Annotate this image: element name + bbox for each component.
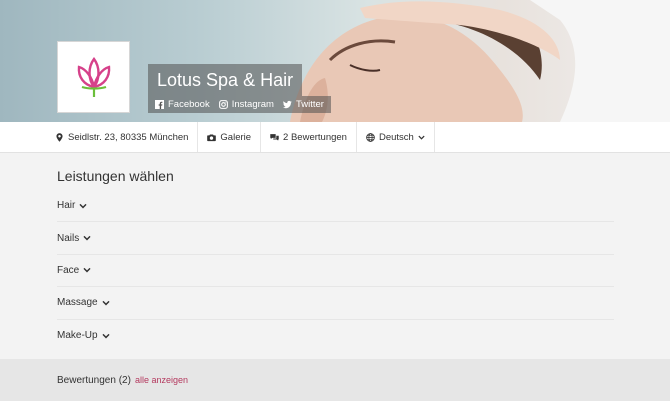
map-marker-icon <box>56 132 63 142</box>
twitter-icon <box>282 100 292 109</box>
service-category-make-up[interactable]: Make-Up <box>57 320 614 352</box>
reviews-section: Bewertungen (2) alle anzeigen <box>0 359 670 401</box>
comments-icon <box>270 133 279 141</box>
lotus-logo-icon <box>77 56 110 97</box>
hero-banner: Lotus Spa & Hair Facebook Instagram Twit… <box>0 0 670 122</box>
service-category-label: Nails <box>57 232 80 244</box>
service-category-massage[interactable]: Massage <box>57 287 614 320</box>
gallery-link[interactable]: Galerie <box>198 122 262 152</box>
facebook-label: Facebook <box>168 99 210 110</box>
language-selector[interactable]: Deutsch <box>357 122 435 152</box>
service-category-label: Face <box>57 264 80 276</box>
service-category-nails[interactable]: Nails <box>57 222 614 255</box>
services-heading: Leistungen wählen <box>57 168 174 184</box>
service-category-label: Make-Up <box>57 330 98 342</box>
chevron-down-icon <box>102 300 110 306</box>
twitter-label: Twitter <box>295 99 324 110</box>
address-link[interactable]: Seidlstr. 23, 80335 München <box>46 122 199 152</box>
instagram-label: Instagram <box>231 99 274 110</box>
chevron-down-icon <box>83 268 91 273</box>
reviews-label: 2 Bewertungen <box>283 131 347 143</box>
chevron-down-icon <box>102 333 110 339</box>
info-bar: Seidlstr. 23, 80335 München Galerie 2 Be… <box>0 122 670 153</box>
show-all-reviews-link[interactable]: alle anzeigen <box>135 375 188 385</box>
twitter-link[interactable]: Twitter <box>282 96 324 113</box>
salon-name: Lotus Spa & Hair <box>148 64 303 96</box>
instagram-link[interactable]: Instagram <box>218 96 274 113</box>
chevron-down-icon <box>83 235 91 241</box>
salon-logo <box>57 41 130 113</box>
language-label: Deutsch <box>378 131 414 143</box>
chevron-down-icon <box>79 203 87 209</box>
globe-icon <box>366 132 375 142</box>
reviews-link[interactable]: 2 Bewertungen <box>261 122 357 152</box>
address-label: Seidlstr. 23, 80335 München <box>68 131 189 143</box>
camera-icon <box>207 133 217 141</box>
service-category-face[interactable]: Face <box>57 255 614 288</box>
gallery-label: Galerie <box>220 131 252 143</box>
reviews-heading: Bewertungen (2) <box>57 374 131 386</box>
instagram-icon <box>218 100 228 109</box>
chevron-down-icon <box>418 135 425 140</box>
service-category-label: Hair <box>57 200 76 212</box>
facebook-link[interactable]: Facebook <box>155 96 210 113</box>
service-category-label: Massage <box>57 297 98 309</box>
facebook-icon <box>155 100 164 109</box>
service-category-hair[interactable]: Hair <box>57 190 614 223</box>
services-section: Leistungen wählen Hair Nails Face Massag… <box>57 158 614 352</box>
social-links: Facebook Instagram Twitter <box>148 96 331 113</box>
